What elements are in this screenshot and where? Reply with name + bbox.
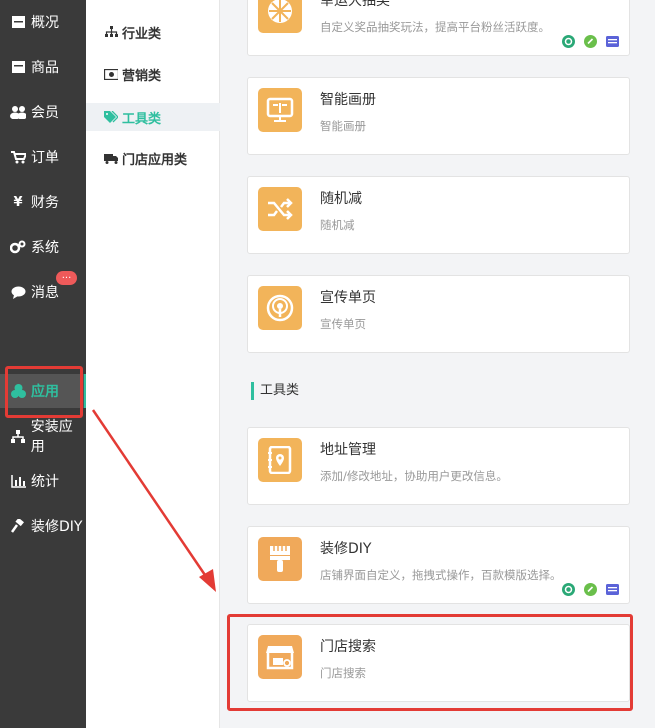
sidebar-item-system[interactable]: 系统 [0,230,86,264]
card-description: 添加/修改地址，协助用户更改信息。 [320,469,508,483]
app-card-random-discount[interactable]: 随机减 随机减 [247,176,630,254]
card-description: 宣传单页 [320,317,366,331]
gears-icon [10,239,26,255]
sidebar-item-label: 商品 [31,60,59,76]
subnav-item-label: 门店应用类 [122,152,188,168]
gavel-icon [10,518,26,534]
sidebar-item-label: 应用 [31,384,59,400]
subnav-item-label: 工具类 [122,111,162,127]
chat-icon [10,284,26,300]
subnav-item-industry[interactable]: 行业类 [86,18,220,46]
wechat-mini-icon [562,583,575,596]
category-subnav: 行业类 营销类 工具类 门店应用类 [86,0,220,728]
storefront-icon [258,635,302,679]
message-badge: ... [56,271,77,285]
dashboard-icon [10,14,26,30]
sitemap-icon [10,428,26,444]
card-title: 随机减 [320,191,362,207]
address-book-icon [258,438,302,482]
cubes-icon [10,383,26,399]
sidebar-item-label: 概况 [31,15,59,31]
card-description: 自定义奖品抽奖玩法，提高平台粉丝活跃度。 [320,20,550,34]
app-card-promo-page[interactable]: 宣传单页 宣传单页 [247,275,630,353]
app-card-address-manage[interactable]: 地址管理 添加/修改地址，协助用户更改信息。 [247,427,630,505]
app-card-smart-album[interactable]: 智能画册 智能画册 [247,77,630,155]
sidebar-item-statistics[interactable]: 统计 [0,464,86,498]
sidebar-item-overview[interactable]: 概况 [0,5,86,39]
card-description: 智能画册 [320,119,366,133]
platform-icons [562,583,619,596]
bar-chart-icon [10,473,26,489]
sidebar-item-label: 财务 [31,195,59,211]
sidebar-item-label: 会员 [31,105,59,121]
card-title: 幸运大抽奖 [320,0,390,9]
sitemap-icon [104,25,118,39]
sidebar-item-apps[interactable]: 应用 [0,374,86,408]
subnav-item-store-apps[interactable]: 门店应用类 [86,144,220,172]
app-card-lucky-draw[interactable]: 幸运大抽奖 自定义奖品抽奖玩法，提高平台粉丝活跃度。 [247,0,630,56]
shuffle-icon [258,187,302,231]
card-title: 地址管理 [320,442,376,458]
link-icon [584,35,597,48]
sidebar-item-goods[interactable]: 商品 [0,50,86,84]
sidebar-item-label: 装修DIY [31,519,83,535]
tags-icon [104,110,118,124]
subnav-item-marketing[interactable]: 营销类 [86,60,220,88]
users-icon [10,104,26,120]
card-title: 装修DIY [320,541,372,557]
sidebar-item-finance[interactable]: ¥ 财务 [0,185,86,219]
h5-icon [606,35,619,48]
app-card-store-search[interactable]: 门店搜索 门店搜索 [247,624,630,702]
sidebar-item-label: 系统 [31,240,59,256]
link-icon [584,583,597,596]
wechat-mini-icon [562,35,575,48]
card-title: 门店搜索 [320,639,376,655]
album-icon [258,88,302,132]
card-description: 店铺界面自定义，拖拽式操作，百款模版选择。 [320,568,562,582]
card-description: 门店搜索 [320,666,366,680]
goods-icon [10,59,26,75]
sidebar-item-label: 安装应用 [30,419,73,455]
truck-icon [104,151,118,165]
h5-icon [606,583,619,596]
yen-icon: ¥ [13,194,23,210]
sidebar-item-install-apps[interactable]: 安装应用 [0,419,86,455]
sidebar-item-decor-diy[interactable]: 装修DIY [0,509,86,543]
card-title: 宣传单页 [320,290,376,306]
money-icon [104,67,118,81]
subnav-item-label: 行业类 [122,26,162,42]
broadcast-icon [258,286,302,330]
paint-brush-icon [258,537,302,581]
card-title: 智能画册 [320,92,376,108]
platform-icons [562,35,619,48]
cart-icon [10,149,26,165]
card-description: 随机减 [320,218,355,232]
app-card-decor-diy[interactable]: 装修DIY 店铺界面自定义，拖拽式操作，百款模版选择。 [247,526,630,604]
main-sidebar: 概况 商品 会员 订单 ¥ 财务 系统 消息 ... 应用 安装应用 统计 装修… [0,0,86,728]
section-title-tools: 工具类 [251,382,299,400]
sidebar-item-orders[interactable]: 订单 [0,140,86,174]
sidebar-item-members[interactable]: 会员 [0,95,86,129]
subnav-item-label: 营销类 [122,68,162,84]
sidebar-item-label: 订单 [31,150,59,166]
sidebar-item-label: 消息 [31,285,59,301]
subnav-item-tools[interactable]: 工具类 [86,103,220,131]
sidebar-item-label: 统计 [31,474,59,490]
lucky-draw-icon [258,0,302,33]
